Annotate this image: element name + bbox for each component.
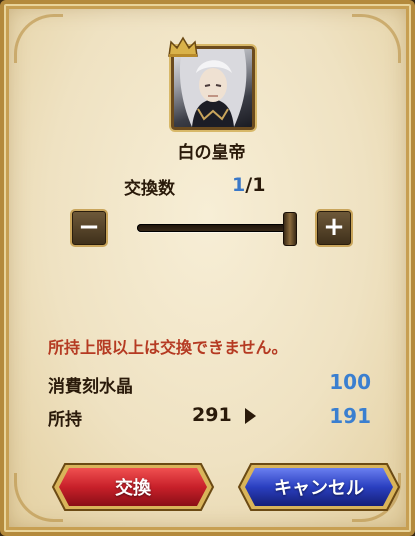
slider-handle[interactable] [283,212,297,246]
owned-label: 所持 [48,410,82,430]
item-portrait [167,36,257,130]
exchange-dialog: 白の皇帝 交換数 1/1 − + 所持上限以上は交換できません。 消費刻水晶 1… [0,0,415,536]
arrow-right-icon [245,408,256,424]
cancel-button-label: キャンセル [274,478,364,499]
crown-icon [168,36,198,57]
cost-value: 100 [329,370,371,394]
decrease-button[interactable]: − [70,209,108,247]
cancel-button[interactable]: キャンセル [237,462,401,512]
exchange-count-label: 交換数 [124,179,175,199]
increase-button[interactable]: + [315,209,353,247]
item-name: 白の皇帝 [177,143,246,163]
ornament-corner [14,14,63,63]
exchange-count-value: 1/1 [232,174,266,196]
owned-current: 291 [192,404,232,426]
character-avatar [171,46,255,130]
ornament-corner [352,14,401,63]
limit-warning: 所持上限以上は交換できません。 [48,338,288,357]
quantity-slider[interactable] [137,224,297,232]
cost-label: 消費刻水晶 [48,377,133,397]
owned-after: 191 [329,404,371,428]
exchange-button[interactable]: 交換 [51,462,215,512]
exchange-button-label: 交換 [115,478,151,499]
